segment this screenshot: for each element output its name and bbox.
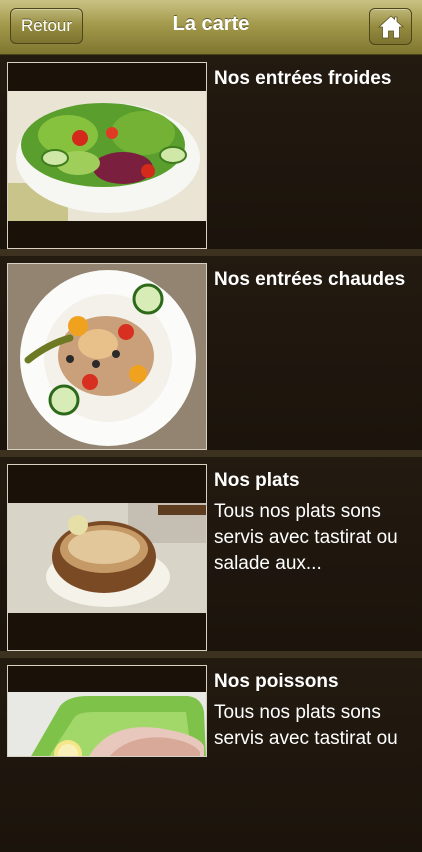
menu-item-plats[interactable]: Nos plats Tous nos plats sons servis ave… <box>0 457 422 651</box>
row-separator <box>0 450 422 457</box>
menu-item-image <box>7 665 207 757</box>
home-icon <box>377 15 405 39</box>
menu-item-entrees-chaudes[interactable]: Nos entrées chaudes <box>0 256 422 450</box>
menu-item-description: Tous nos plats sons servis avec tastirat… <box>214 702 398 749</box>
page-title: La carte <box>172 13 250 35</box>
navigation-bar: Retour La carte <box>0 0 422 55</box>
menu-item-poissons[interactable]: Nos poissons Tous nos plats sons servis … <box>0 658 422 852</box>
menu-item-image <box>7 464 207 651</box>
row-separator <box>0 249 422 256</box>
home-button[interactable] <box>369 8 412 45</box>
menu-item-image <box>7 62 207 249</box>
menu-item-entrees-froides[interactable]: Nos entrées froides <box>0 55 422 249</box>
menu-item-title: Nos entrées chaudes <box>214 269 406 290</box>
menu-item-description: Tous nos plats sons servis avec tastirat… <box>214 501 398 574</box>
menu-item-title: Nos plats <box>214 470 300 491</box>
menu-item-title: Nos poissons <box>214 671 339 692</box>
menu-item-title: Nos entrées froides <box>214 68 392 89</box>
row-separator <box>0 651 422 658</box>
menu-item-image <box>7 263 207 450</box>
